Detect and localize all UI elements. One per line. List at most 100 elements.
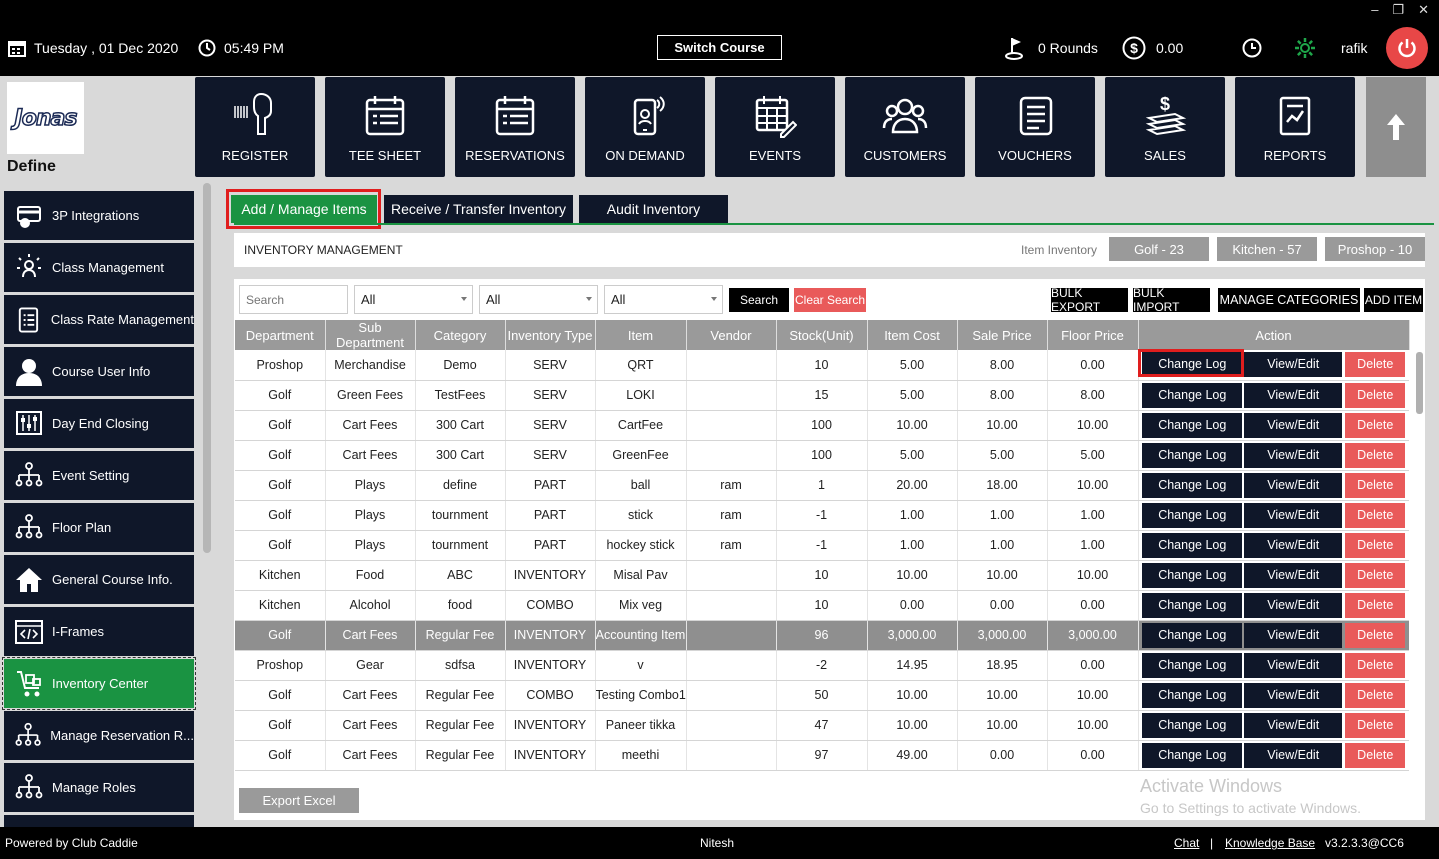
view-edit-button[interactable]: View/Edit <box>1244 502 1343 528</box>
tile-reports[interactable]: REPORTS <box>1235 77 1355 177</box>
delete-button[interactable]: Delete <box>1345 502 1406 528</box>
column-header[interactable]: Category <box>415 320 506 350</box>
column-header[interactable]: Sub Department <box>325 320 416 350</box>
search-input[interactable] <box>239 285 348 314</box>
view-edit-button[interactable]: View/Edit <box>1244 682 1343 708</box>
change-log-button[interactable]: Change Log <box>1142 532 1243 558</box>
column-header[interactable]: Sale Price <box>957 320 1048 350</box>
minimize-icon[interactable]: ‒ <box>1371 2 1378 18</box>
table-row[interactable]: Golf Plays tournment PART hockey stick ram -1 1… <box>235 530 1409 561</box>
export-excel-button[interactable]: Export Excel <box>239 788 359 813</box>
delete-button[interactable]: Delete <box>1345 592 1406 618</box>
view-edit-button[interactable]: View/Edit <box>1244 352 1343 378</box>
column-header[interactable]: Action <box>1138 320 1410 350</box>
tile-reservations[interactable]: RESERVATIONS <box>455 77 575 177</box>
table-row[interactable]: Golf Green Fees TestFees SERV LOKI 15 5.00 8.00… <box>235 380 1409 411</box>
sidebar-item-i-frames[interactable]: I-Frames <box>4 607 194 656</box>
column-header[interactable]: Vendor <box>686 320 777 350</box>
view-edit-button[interactable]: View/Edit <box>1244 712 1343 738</box>
pill-kitchen[interactable]: Kitchen - 57 <box>1217 237 1317 261</box>
change-log-button[interactable]: Change Log <box>1142 382 1243 408</box>
scroll-up-button[interactable] <box>1366 77 1426 177</box>
view-edit-button[interactable]: View/Edit <box>1244 652 1343 678</box>
delete-button[interactable]: Delete <box>1345 412 1406 438</box>
clock-button[interactable] <box>1242 38 1262 58</box>
sidebar-item-class-rate-management[interactable]: Class Rate Management <box>4 295 194 344</box>
column-header[interactable]: Item Cost <box>867 320 958 350</box>
tab-receive-transfer[interactable]: Receive / Transfer Inventory <box>384 195 573 223</box>
category-select[interactable]: All <box>604 285 723 314</box>
tile-vouchers[interactable]: VOUCHERS <box>975 77 1095 177</box>
sidebar-item-day-end-closing[interactable]: Day End Closing <box>4 399 194 448</box>
restore-icon[interactable]: ❐ <box>1392 2 1404 18</box>
bulk-import-button[interactable]: BULK IMPORT <box>1133 286 1210 314</box>
delete-button[interactable]: Delete <box>1345 382 1406 408</box>
delete-button[interactable]: Delete <box>1345 472 1406 498</box>
change-log-button[interactable]: Change Log <box>1142 742 1243 768</box>
table-row[interactable]: Golf Cart Fees Regular Fee INVENTORY Account… <box>235 620 1409 651</box>
change-log-button[interactable]: Change Log <box>1142 622 1243 648</box>
table-row[interactable]: Golf Cart Fees Regular Fee INVENTORY meethi 9… <box>235 740 1409 771</box>
sidebar-item-inventory-center[interactable]: Inventory Center <box>2 657 196 710</box>
tile-events[interactable]: EVENTS <box>715 77 835 177</box>
tile-register[interactable]: REGISTER <box>195 77 315 177</box>
manage-categories-button[interactable]: MANAGE CATEGORIES <box>1218 288 1360 312</box>
tile-on-demand[interactable]: ON DEMAND <box>585 77 705 177</box>
column-header[interactable]: Inventory Type <box>505 320 596 350</box>
sidebar-item-3p-integrations[interactable]: 3P Integrations <box>4 191 194 240</box>
department-select[interactable]: All <box>354 285 473 314</box>
delete-button[interactable]: Delete <box>1345 682 1406 708</box>
delete-button[interactable]: Delete <box>1345 532 1406 558</box>
power-button[interactable] <box>1386 27 1428 69</box>
delete-button[interactable]: Delete <box>1345 712 1406 738</box>
close-icon[interactable]: ✕ <box>1418 2 1429 18</box>
sidebar-item-course-user-info[interactable]: Course User Info <box>4 347 194 396</box>
table-row[interactable]: Golf Cart Fees 300 Cart SERV GreenFee 100 5.00… <box>235 440 1409 471</box>
sidebar-item-floor-plan[interactable]: Floor Plan <box>4 503 194 552</box>
settings-button[interactable] <box>1293 38 1317 58</box>
delete-button[interactable]: Delete <box>1345 352 1406 378</box>
table-row[interactable]: Golf Plays tournment PART stick ram -1 1.00 1.00… <box>235 500 1409 531</box>
sidebar-item-manage-reservation[interactable]: Manage Reservation R... <box>4 711 194 760</box>
change-log-button[interactable]: Change Log <box>1142 412 1243 438</box>
table-row[interactable]: Golf Cart Fees Regular Fee INVENTORY Paneer … <box>235 710 1409 741</box>
delete-button[interactable]: Delete <box>1345 562 1406 588</box>
clear-search-button[interactable]: Clear Search <box>794 288 866 312</box>
view-edit-button[interactable]: View/Edit <box>1244 622 1343 648</box>
bulk-export-button[interactable]: BULK EXPORT <box>1051 286 1128 314</box>
column-header[interactable]: Item <box>595 320 687 350</box>
change-log-button[interactable]: Change Log <box>1142 712 1243 738</box>
subdepartment-select[interactable]: All <box>479 285 598 314</box>
view-edit-button[interactable]: View/Edit <box>1244 592 1343 618</box>
switch-course-button[interactable]: Switch Course <box>657 35 782 60</box>
table-row[interactable]: Golf Cart Fees Regular Fee COMBO Testing Com… <box>235 680 1409 711</box>
tile-sales[interactable]: $ SALES <box>1105 77 1225 177</box>
delete-button[interactable]: Delete <box>1345 652 1406 678</box>
sidebar-item-class-management[interactable]: Class Management <box>4 243 194 292</box>
sidebar-item-general-course-info[interactable]: General Course Info. <box>4 555 194 604</box>
view-edit-button[interactable]: View/Edit <box>1244 472 1343 498</box>
change-log-button[interactable]: Change Log <box>1142 652 1243 678</box>
change-log-button[interactable]: Change Log <box>1142 592 1243 618</box>
change-log-button[interactable]: Change Log <box>1142 502 1243 528</box>
table-row[interactable]: Kitchen Alcohol food COMBO Mix veg 10 0.00 0.00… <box>235 590 1409 621</box>
view-edit-button[interactable]: View/Edit <box>1244 412 1343 438</box>
table-row[interactable]: Kitchen Food ABC INVENTORY Misal Pav 10 10.00 1… <box>235 560 1409 591</box>
pill-proshop[interactable]: Proshop - 10 <box>1325 237 1425 261</box>
sidebar-scrollbar[interactable] <box>203 183 211 553</box>
view-edit-button[interactable]: View/Edit <box>1244 442 1343 468</box>
chat-link[interactable]: Chat <box>1174 836 1199 850</box>
tab-audit-inventory[interactable]: Audit Inventory <box>579 195 728 223</box>
table-row[interactable]: Golf Cart Fees 300 Cart SERV CartFee 100 10.00… <box>235 410 1409 441</box>
add-item-button[interactable]: ADD ITEM <box>1364 288 1423 312</box>
user-name[interactable]: rafik <box>1341 38 1367 58</box>
table-row[interactable]: Proshop Gear sdfsa INVENTORY v -2 14.95 18.95 0.… <box>235 650 1409 681</box>
search-button[interactable]: Search <box>729 288 789 312</box>
change-log-button[interactable]: Change Log <box>1142 472 1243 498</box>
view-edit-button[interactable]: View/Edit <box>1244 562 1343 588</box>
column-header[interactable]: Stock(Unit) <box>776 320 868 350</box>
table-scrollbar[interactable] <box>1416 352 1423 414</box>
sidebar-item-event-setting[interactable]: Event Setting <box>4 451 194 500</box>
knowledge-base-link[interactable]: Knowledge Base <box>1225 836 1315 850</box>
pill-golf[interactable]: Golf - 23 <box>1109 237 1209 261</box>
